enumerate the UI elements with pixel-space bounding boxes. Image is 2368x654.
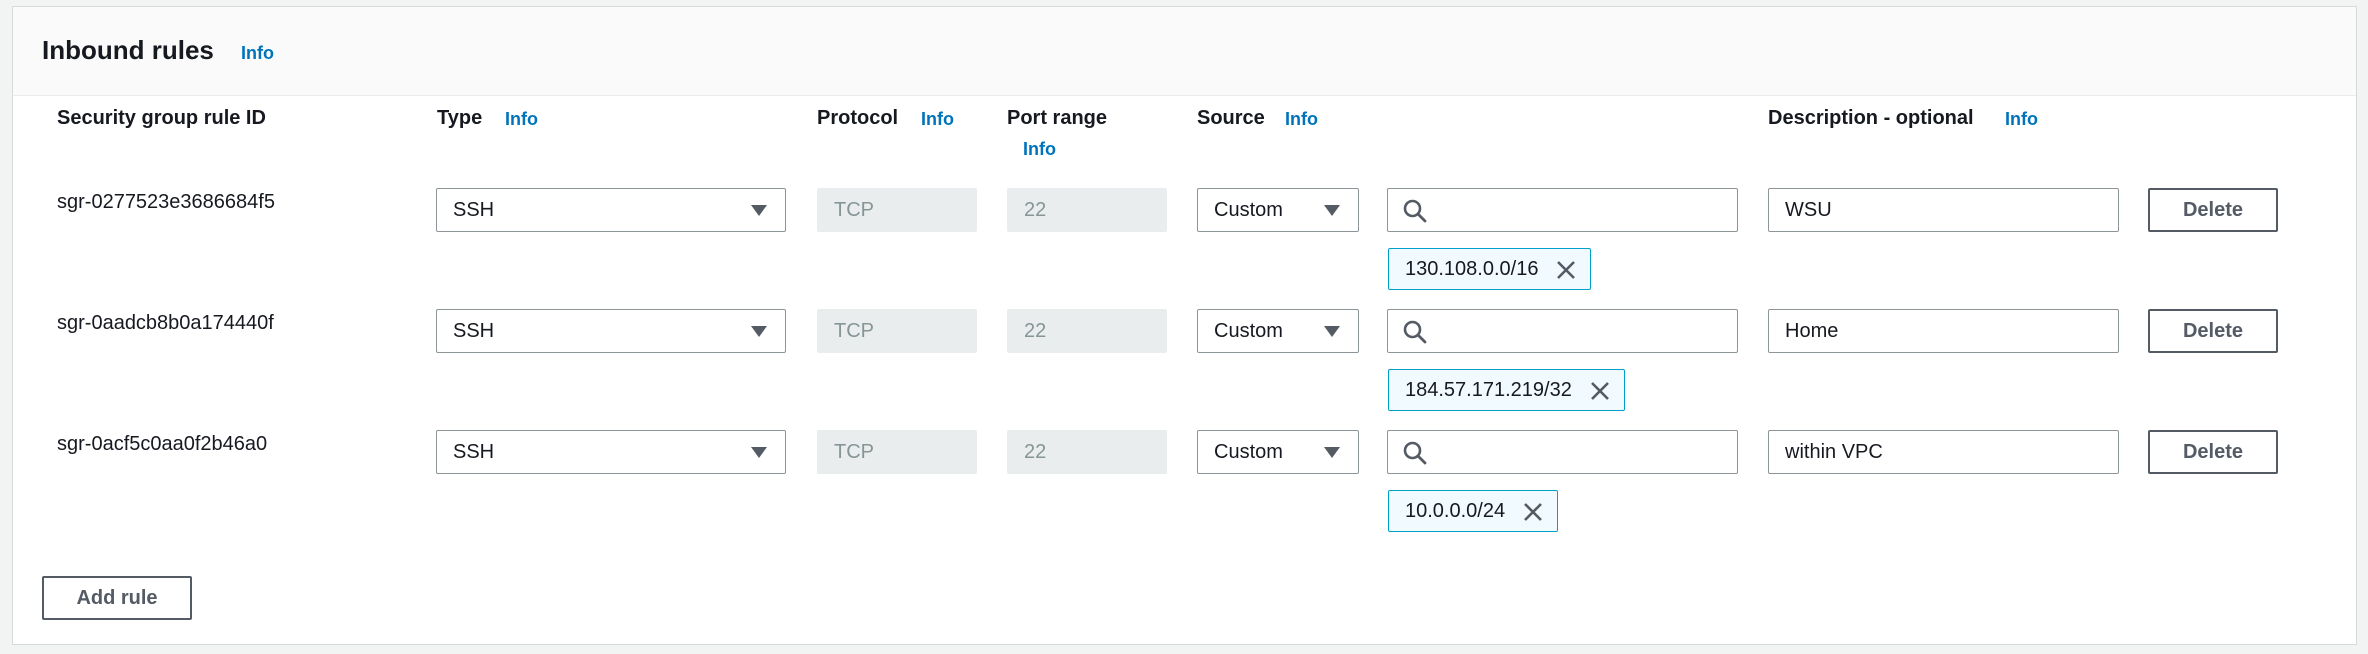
search-icon (1403, 441, 1427, 465)
caret-down-icon (1324, 205, 1340, 216)
protocol-value: TCP (834, 441, 874, 463)
port-value: 22 (1024, 441, 1047, 463)
cidr-token: 184.57.171.219/32 (1388, 369, 1625, 411)
source-search-input[interactable] (1387, 188, 1738, 232)
protocol-field: TCP (817, 188, 977, 232)
inbound-rules-panel: Inbound rules Info Security group rule I… (12, 6, 2357, 645)
port-range-info-link[interactable]: Info (1023, 139, 1056, 160)
col-header-protocol: Protocol (817, 107, 899, 129)
rule-id: sgr-0aadcb8b0a174440f (57, 312, 274, 334)
search-icon (1403, 199, 1427, 223)
rule-id: sgr-0277523e3686684f5 (57, 191, 275, 213)
description-value: WSU (1785, 199, 1832, 221)
section-info-link[interactable]: Info (241, 43, 274, 64)
port-value: 22 (1024, 199, 1047, 221)
type-select[interactable]: SSH (436, 309, 786, 353)
description-input[interactable]: Home (1768, 309, 2119, 353)
col-header-type: Type (437, 107, 483, 129)
col-header-source: Source (1197, 107, 1265, 129)
source-type-select[interactable]: Custom (1197, 430, 1359, 474)
description-value: within VPC (1785, 441, 1883, 463)
delete-button[interactable]: Delete (2148, 188, 2278, 232)
cidr-token-label: 184.57.171.219/32 (1405, 379, 1572, 401)
source-info-link[interactable]: Info (1285, 109, 1318, 130)
caret-down-icon (1324, 447, 1340, 458)
port-value: 22 (1024, 320, 1047, 342)
search-icon (1403, 320, 1427, 344)
source-type-value: Custom (1214, 320, 1283, 342)
cidr-token-label: 10.0.0.0/24 (1405, 500, 1506, 522)
description-info-link[interactable]: Info (2005, 109, 2038, 130)
caret-down-icon (751, 205, 767, 216)
protocol-value: TCP (834, 320, 874, 342)
close-icon[interactable] (1590, 381, 1610, 401)
source-type-select[interactable]: Custom (1197, 188, 1359, 232)
type-select-value: SSH (453, 320, 495, 342)
cidr-token: 10.0.0.0/24 (1388, 490, 1559, 532)
description-input[interactable]: within VPC (1768, 430, 2119, 474)
caret-down-icon (751, 326, 767, 337)
caret-down-icon (1324, 326, 1340, 337)
description-value: Home (1785, 320, 1839, 342)
type-select-value: SSH (453, 199, 495, 221)
protocol-field: TCP (817, 309, 977, 353)
port-range-field: 22 (1007, 430, 1167, 474)
cidr-token-label: 130.108.0.0/16 (1405, 258, 1539, 280)
type-select[interactable]: SSH (436, 188, 786, 232)
type-select[interactable]: SSH (436, 430, 786, 474)
type-select-value: SSH (453, 441, 495, 463)
cidr-token: 130.108.0.0/16 (1388, 248, 1592, 290)
source-type-value: Custom (1214, 441, 1283, 463)
close-icon[interactable] (1523, 502, 1543, 522)
close-icon[interactable] (1556, 260, 1576, 280)
add-rule-button[interactable]: Add rule (42, 576, 192, 620)
protocol-value: TCP (834, 199, 874, 221)
port-range-field: 22 (1007, 309, 1167, 353)
port-range-field: 22 (1007, 188, 1167, 232)
delete-button[interactable]: Delete (2148, 309, 2278, 353)
section-title: Inbound rules (42, 35, 214, 65)
type-info-link[interactable]: Info (505, 109, 538, 130)
description-input[interactable]: WSU (1768, 188, 2119, 232)
delete-button[interactable]: Delete (2148, 430, 2278, 474)
source-type-value: Custom (1214, 199, 1283, 221)
panel-header: Inbound rules Info (13, 7, 2356, 96)
col-header-port-range: Port range (1007, 107, 1108, 129)
col-header-rule-id: Security group rule ID (57, 107, 266, 129)
source-search-input[interactable] (1387, 309, 1738, 353)
protocol-info-link[interactable]: Info (921, 109, 954, 130)
source-search-input[interactable] (1387, 430, 1738, 474)
protocol-field: TCP (817, 430, 977, 474)
source-type-select[interactable]: Custom (1197, 309, 1359, 353)
rule-id: sgr-0acf5c0aa0f2b46a0 (57, 433, 268, 455)
col-header-description: Description - optional (1768, 107, 1974, 129)
caret-down-icon (751, 447, 767, 458)
